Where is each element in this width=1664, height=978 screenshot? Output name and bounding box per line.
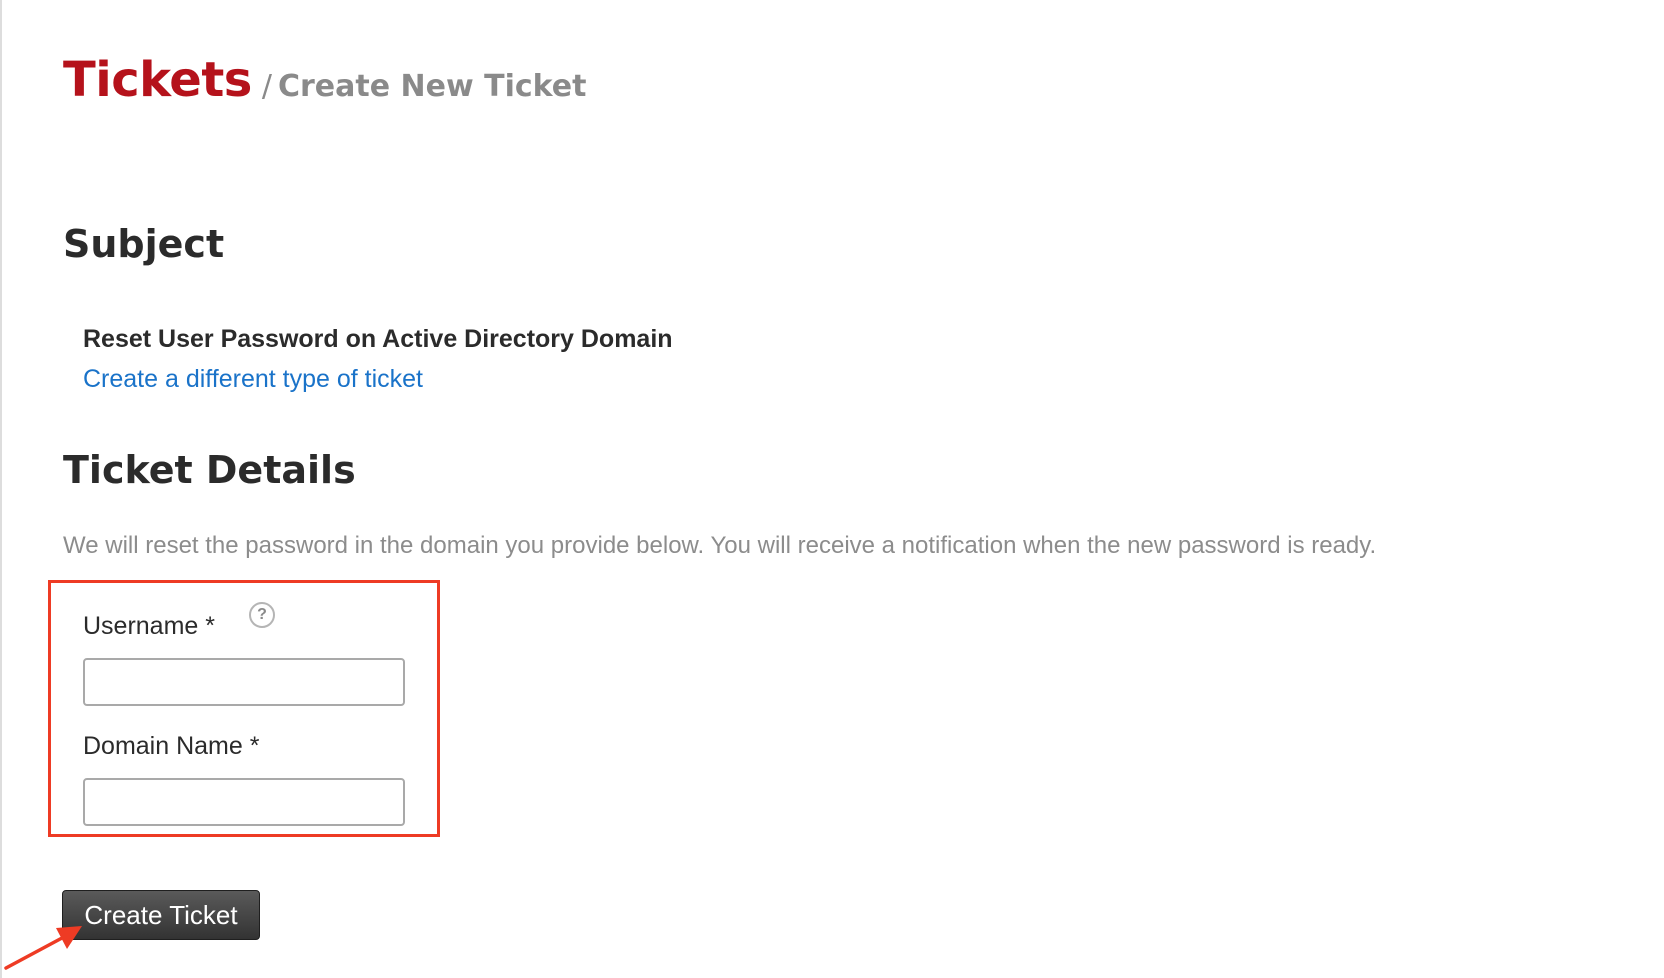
username-label: Username *: [83, 612, 215, 640]
breadcrumb-section-tickets[interactable]: Tickets: [63, 52, 252, 108]
arrow-shaft: [4, 936, 64, 970]
ticket-type-name: Reset User Password on Active Directory …: [83, 325, 673, 353]
breadcrumb-separator: /: [261, 69, 272, 104]
page-title: Create New Ticket: [277, 69, 587, 104]
change-ticket-type-link[interactable]: Create a different type of ticket: [83, 365, 423, 394]
breadcrumb: Tickets / Create New Ticket: [63, 52, 586, 108]
ticket-details-heading: Ticket Details: [63, 448, 356, 492]
username-input[interactable]: [83, 658, 405, 706]
page-left-border: [0, 0, 2, 978]
domain-name-input[interactable]: [83, 778, 405, 826]
create-ticket-button[interactable]: Create Ticket: [62, 890, 260, 940]
subject-heading: Subject: [63, 222, 225, 266]
domain-name-label: Domain Name *: [83, 732, 260, 760]
question-circle-icon[interactable]: ?: [249, 602, 275, 628]
ticket-details-description: We will reset the password in the domain…: [63, 532, 1377, 559]
